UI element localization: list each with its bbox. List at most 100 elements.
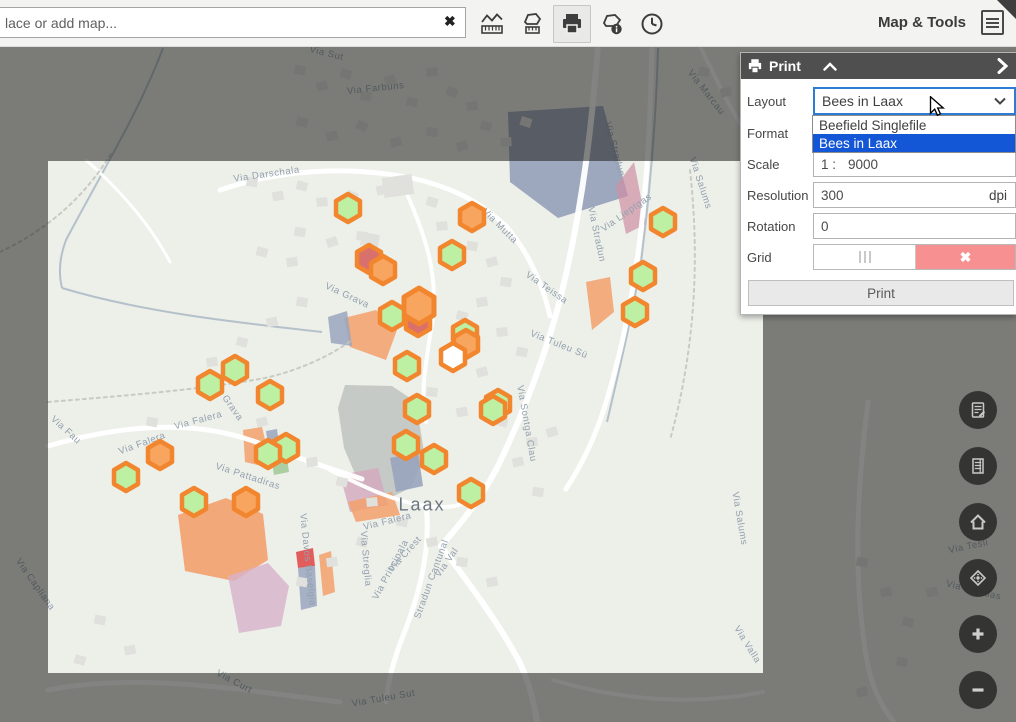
grid-row: Grid ✖	[747, 244, 1016, 270]
building	[476, 297, 488, 308]
map-marker[interactable]	[394, 431, 418, 459]
map-marker[interactable]	[395, 352, 419, 380]
zoom-out-button[interactable]	[959, 671, 997, 709]
building	[486, 577, 498, 588]
building	[296, 297, 308, 308]
scale-field[interactable]: 1 : 9000	[813, 151, 1016, 177]
scale-prefix: 1 :	[821, 157, 836, 172]
map-marker[interactable]	[336, 194, 360, 222]
building	[316, 197, 328, 207]
building	[456, 407, 468, 418]
locate-button[interactable]	[959, 559, 997, 597]
history-tool[interactable]	[633, 5, 671, 43]
layout-label: Layout	[747, 94, 813, 109]
map-tools-label: Map & Tools	[878, 14, 966, 31]
print-tool[interactable]	[553, 5, 591, 43]
map-marker[interactable]	[459, 479, 483, 507]
rotation-field[interactable]: 0	[813, 213, 1016, 239]
resolution-label: Resolution	[747, 188, 813, 203]
document-lines-icon	[968, 456, 988, 476]
tool-row	[473, 5, 671, 43]
identify-icon	[599, 11, 625, 37]
building	[146, 417, 158, 428]
minus-icon	[968, 680, 988, 700]
building	[426, 67, 438, 77]
scale-row: Scale 1 : 9000	[747, 151, 1016, 177]
height-profile-tool[interactable]	[473, 5, 511, 43]
map-marker[interactable]	[256, 440, 280, 468]
close-panel-chevron-icon[interactable]	[997, 58, 1008, 74]
map-marker[interactable]	[404, 288, 434, 324]
map-marker[interactable]	[148, 441, 172, 469]
rotation-row: Rotation 0	[747, 213, 1016, 239]
layout-option[interactable]: Beefield Singlefile	[813, 116, 1015, 134]
building	[436, 221, 448, 231]
home-button[interactable]	[959, 503, 997, 541]
task-edit-button[interactable]	[959, 391, 997, 429]
print-panel-header[interactable]: Print	[741, 53, 1016, 79]
map-marker[interactable]	[623, 298, 647, 326]
layout-row: Layout Bees in Laax	[747, 87, 1016, 115]
layout-dropdown: Beefield SinglefileBees in Laax	[812, 115, 1016, 153]
building	[426, 387, 438, 397]
layout-select-value: Bees in Laax	[822, 93, 903, 109]
grid-toggle-knob	[814, 245, 916, 269]
plus-icon	[968, 624, 988, 644]
search-input[interactable]	[0, 7, 466, 38]
map-marker[interactable]	[114, 463, 138, 491]
chevron-down-icon	[994, 97, 1006, 105]
building	[500, 277, 512, 287]
resolution-value: 300	[821, 188, 844, 203]
map-marker[interactable]	[481, 396, 505, 424]
document-button[interactable]	[959, 447, 997, 485]
building	[456, 557, 468, 567]
building	[206, 357, 218, 367]
map-marker[interactable]	[405, 395, 429, 423]
building	[326, 557, 338, 567]
identify-tool[interactable]	[593, 5, 631, 43]
map-marker[interactable]	[441, 343, 465, 371]
rotation-value: 0	[821, 219, 829, 234]
print-button[interactable]: Print	[748, 280, 1014, 306]
map-marker[interactable]	[422, 445, 446, 473]
grid-label: Grid	[747, 250, 813, 265]
layout-select[interactable]: Bees in Laax	[813, 87, 1016, 115]
map-marker[interactable]	[631, 262, 655, 290]
map-marker[interactable]	[371, 256, 395, 284]
map-marker[interactable]	[258, 381, 282, 409]
locate-icon	[968, 568, 988, 588]
map-marker[interactable]	[380, 302, 404, 330]
height-profile-icon	[479, 11, 505, 37]
resolution-unit: dpi	[989, 188, 1007, 203]
map-marker[interactable]	[182, 488, 206, 516]
app-window: Via PlaunaVia SutVia FarbunsVia MarcauVi…	[0, 0, 1016, 722]
print-header-icon	[747, 58, 763, 74]
search-clear-icon[interactable]: ✖	[444, 13, 456, 30]
map-marker[interactable]	[223, 356, 247, 384]
layout-option[interactable]: Bees in Laax	[813, 134, 1015, 152]
building	[466, 241, 478, 252]
building	[856, 557, 868, 568]
map-marker[interactable]	[460, 203, 484, 231]
building	[272, 191, 284, 202]
print-panel: Print Layout Bees in Laax Format	[740, 52, 1016, 315]
building	[306, 457, 318, 468]
grid-toggle[interactable]: ✖	[813, 244, 1016, 270]
building	[532, 487, 544, 497]
document-edit-icon	[968, 400, 988, 420]
building	[500, 137, 512, 147]
resolution-field[interactable]: 300 dpi	[813, 182, 1016, 208]
map-marker[interactable]	[234, 488, 258, 516]
measure-tool[interactable]	[513, 5, 551, 43]
collapse-chevron-icon[interactable]	[823, 62, 837, 71]
top-toolbar: ✖	[0, 0, 1016, 47]
home-icon	[968, 512, 988, 532]
map-marker[interactable]	[440, 241, 464, 269]
fullscreen-corner-icon[interactable]	[997, 0, 1016, 19]
map-marker[interactable]	[198, 371, 222, 399]
zoom-in-button[interactable]	[959, 615, 997, 653]
building	[124, 645, 136, 656]
building	[382, 174, 414, 198]
map-marker[interactable]	[651, 208, 675, 236]
town-label: Laax	[398, 495, 445, 516]
